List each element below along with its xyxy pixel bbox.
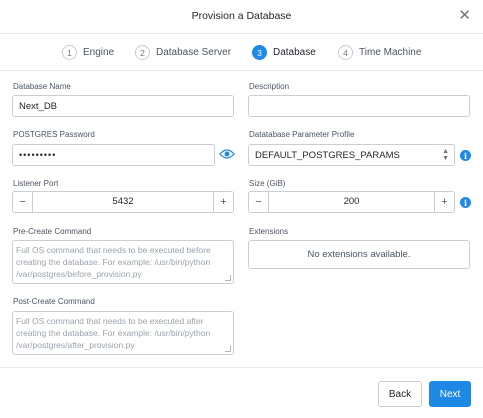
postgres-password-label: POSTGRES Password [13,130,95,139]
extensions-box: No extensions available. [248,240,470,269]
step-label: Database [273,47,316,58]
info-icon[interactable]: i [460,197,471,208]
postgres-password-input[interactable]: ••••••••• [12,144,215,166]
listener-port-value[interactable]: 5432 [33,192,213,212]
step-engine[interactable]: 1 Engine [62,45,114,60]
close-icon[interactable]: ✕ [458,8,471,23]
step-number: 1 [62,45,77,60]
step-label: Time Machine [359,47,422,58]
increment-button[interactable]: + [434,192,454,212]
show-password-icon[interactable] [219,147,235,161]
listener-port-stepper: − 5432 + [12,191,234,213]
increment-button[interactable]: + [213,192,233,212]
decrement-button[interactable]: − [249,192,269,212]
wizard-steps: 1 Engine 2 Database Server 3 Database 4 … [0,34,483,71]
size-value[interactable]: 200 [269,192,434,212]
description-label: Description [249,82,290,91]
step-number: 3 [252,45,267,60]
step-number: 4 [338,45,353,60]
size-label: Size (GiB) [249,179,286,188]
description-input[interactable] [248,95,470,117]
step-number: 2 [135,45,150,60]
step-time-machine[interactable]: 4 Time Machine [338,45,421,60]
extensions-empty-text: No extensions available. [307,249,411,260]
parameter-profile-select[interactable]: DEFAULT_POSTGRES_PARAMS ▲ ▼ [248,144,455,166]
next-button[interactable]: Next [429,381,471,407]
listener-port-label: Listener Port [13,179,59,188]
select-caret-icon: ▲ ▼ [442,148,449,162]
parameter-profile-value: DEFAULT_POSTGRES_PARAMS [255,150,400,161]
step-database-server[interactable]: 2 Database Server [135,45,231,60]
info-icon[interactable]: i [460,150,471,161]
resize-handle[interactable] [225,275,231,281]
database-name-label: Database Name [13,82,71,91]
back-button[interactable]: Back [378,381,422,407]
dialog-title: Provision a Database [191,10,292,22]
dialog-header: Provision a Database ✕ [0,0,483,34]
post-create-label: Post-Create Command [13,297,95,306]
step-database[interactable]: 3 Database [252,45,316,60]
extensions-label: Extensions [249,227,289,236]
post-create-placeholder: Full OS command that needs to be execute… [16,316,211,350]
size-stepper: − 200 + [248,191,455,213]
pre-create-placeholder: Full OS command that needs to be execute… [16,245,211,279]
database-name-input[interactable]: Next_DB [12,95,234,117]
step-label: Database Server [156,47,232,58]
resize-handle[interactable] [225,346,231,352]
pre-create-label: Pre-Create Command [13,227,92,236]
parameter-profile-label: Datatabase Parameter Profile [249,130,355,139]
step-label: Engine [83,47,115,58]
post-create-command-input[interactable]: Full OS command that needs to be execute… [12,311,234,355]
decrement-button[interactable]: − [13,192,33,212]
pre-create-command-input[interactable]: Full OS command that needs to be execute… [12,240,234,284]
